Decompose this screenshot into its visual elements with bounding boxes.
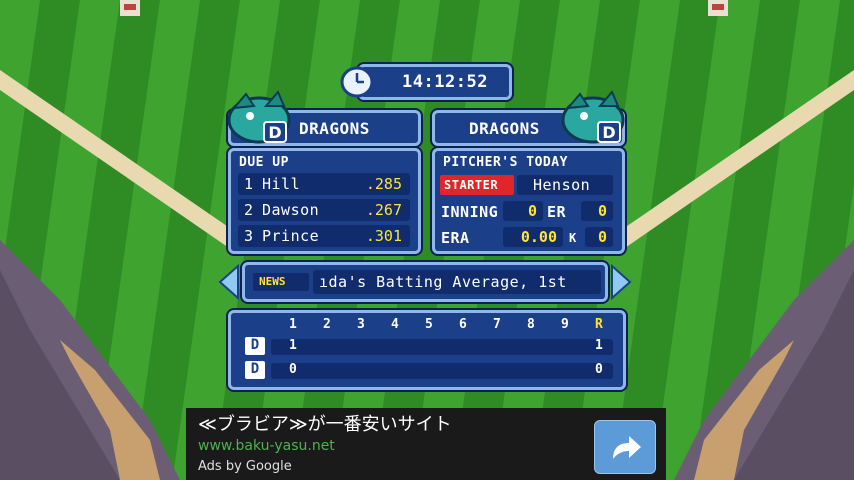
- news-text: ıda's Batting Average, 1st: [319, 273, 567, 291]
- batter-average: .285: [365, 175, 402, 193]
- batter-row: 1 Hill .285: [238, 173, 410, 195]
- er-box: 0: [581, 201, 613, 221]
- ad-title[interactable]: ≪ブラビア≫が一番安いサイト: [198, 410, 452, 436]
- batter-number: 1: [244, 175, 254, 193]
- batter-name: Hill: [262, 175, 301, 193]
- inning-header: 8: [527, 317, 536, 332]
- inning-box: 0: [503, 201, 543, 221]
- k-label: K: [569, 231, 577, 245]
- scoreboard: 1 2 3 4 5 6 7 8 9 R D 1 1 D 0 0: [228, 310, 626, 390]
- inning-header: 9: [561, 317, 570, 332]
- clock-time: 14:12:52: [402, 72, 488, 92]
- batter-number: 3: [244, 227, 254, 245]
- er-label: ER: [547, 203, 567, 221]
- batter-number: 2: [244, 201, 254, 219]
- svg-text:D: D: [602, 123, 615, 142]
- news-ticker: NEWS ıda's Batting Average, 1st: [242, 262, 608, 302]
- total-runs: 1: [595, 338, 604, 353]
- news-next-arrow[interactable]: [610, 263, 632, 301]
- total-runs: 0: [595, 362, 604, 377]
- team-initial: D: [245, 361, 265, 379]
- dragon-logo-icon: D: [226, 88, 292, 146]
- ad-banner[interactable]: ≪ブラビア≫が一番安いサイト www.baku-yasu.net Ads by …: [186, 408, 666, 480]
- era-box: 0.00: [503, 227, 563, 247]
- dragon-logo-icon: D: [560, 88, 626, 146]
- er-value: 0: [597, 202, 607, 220]
- news-prev-arrow[interactable]: [218, 263, 240, 301]
- batter-average: .267: [365, 201, 402, 219]
- inning-header: 6: [459, 317, 468, 332]
- news-label: NEWS: [259, 275, 286, 288]
- era-label: ERA: [441, 229, 470, 247]
- inning-header: 4: [391, 317, 400, 332]
- k-value: 0: [597, 228, 607, 246]
- share-arrow-icon[interactable]: [594, 420, 656, 474]
- inning-score: 1: [289, 338, 298, 353]
- team-left-name: DRAGONS: [299, 119, 370, 138]
- ad-attribution: Ads by Google: [198, 459, 292, 474]
- ad-url[interactable]: www.baku-yasu.net: [198, 438, 335, 454]
- era-value: 0.00: [520, 228, 557, 246]
- due-up-title: DUE UP: [239, 155, 289, 170]
- batter-name: Dawson: [262, 201, 320, 219]
- inning-score: 0: [289, 362, 298, 377]
- runs-header: R: [595, 317, 603, 332]
- inning-header: 1: [289, 317, 298, 332]
- pitcher-name: Henson: [533, 176, 591, 194]
- pitcher-name-box: Henson: [517, 175, 613, 195]
- due-up-panel: DUE UP 1 Hill .285 2 Dawson .267 3 Princ…: [228, 148, 421, 254]
- team-initial: D: [245, 337, 265, 355]
- batter-average: .301: [365, 227, 402, 245]
- inning-header: 2: [323, 317, 332, 332]
- pitcher-title: PITCHER'S TODAY: [443, 155, 568, 170]
- svg-text:D: D: [268, 123, 281, 142]
- batter-row: 3 Prince .301: [238, 225, 410, 247]
- batter-row: 2 Dawson .267: [238, 199, 410, 221]
- inning-header: 7: [493, 317, 502, 332]
- score-row: [271, 363, 613, 379]
- starter-label: STARTER: [444, 178, 499, 192]
- news-text-box: ıda's Batting Average, 1st: [313, 270, 601, 294]
- inning-value: 0: [527, 202, 537, 220]
- inning-label: INNING: [441, 203, 499, 221]
- clock-icon: [340, 66, 374, 98]
- starter-badge: STARTER: [440, 175, 514, 195]
- team-right-name: DRAGONS: [469, 119, 540, 138]
- inning-header: 5: [425, 317, 434, 332]
- score-row: [271, 339, 613, 355]
- pitcher-panel: PITCHER'S TODAY STARTER Henson INNING 0 …: [432, 148, 625, 254]
- inning-header: 3: [357, 317, 366, 332]
- k-box: 0: [585, 227, 613, 247]
- news-label-badge: NEWS: [253, 273, 309, 291]
- clock-panel: 14:12:52: [358, 64, 512, 100]
- batter-name: Prince: [262, 227, 320, 245]
